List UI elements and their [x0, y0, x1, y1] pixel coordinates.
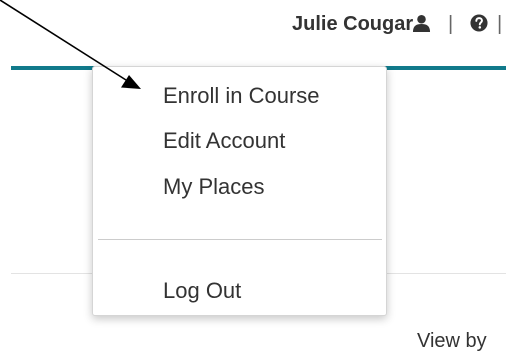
question-circle-icon[interactable]: [470, 14, 488, 32]
menu-item-enroll-in-course[interactable]: Enroll in Course: [163, 82, 320, 110]
menu-divider: [98, 239, 382, 240]
user-icon[interactable]: [412, 14, 431, 33]
menu-item-edit-account[interactable]: Edit Account: [163, 127, 285, 155]
view-by-label: View by: [417, 330, 487, 352]
menu-item-my-places[interactable]: My Places: [163, 173, 264, 201]
header-separator: |: [497, 13, 503, 35]
header-separator: |: [448, 13, 454, 35]
header-bar: Julie Cougar | |: [0, 0, 506, 66]
menu-item-log-out[interactable]: Log Out: [163, 277, 241, 305]
user-dropdown-menu: Enroll in Course Edit Account My Places …: [92, 66, 387, 316]
user-name-menu-toggle[interactable]: Julie Cougar: [292, 8, 413, 40]
